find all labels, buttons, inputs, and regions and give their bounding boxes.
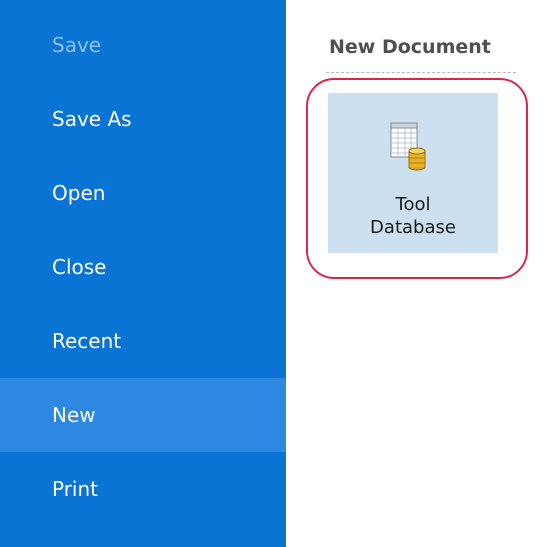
menu-item-close[interactable]: Close [0,230,286,304]
menu-item-save-as[interactable]: Save As [0,82,286,156]
menu-item-new[interactable]: New [0,378,286,452]
tile-label: Tool Database [328,193,498,239]
section-divider [326,72,516,73]
menu-item-label: Open [52,181,106,205]
menu-item-open[interactable]: Open [0,156,286,230]
menu-item-label: Save [52,33,102,57]
spreadsheet-database-icon [390,122,426,171]
menu-item-save[interactable]: Save [0,8,286,82]
menu-item-print[interactable]: Print [0,452,286,526]
tile-label-line2: Database [370,217,456,238]
menu-item-label: New [52,403,96,427]
menu-item-label: Close [52,255,107,279]
menu-item-label: Save As [52,107,132,131]
new-tool-database-tile[interactable]: Tool Database [328,93,498,253]
menu-item-label: Recent [52,329,122,353]
menu-item-recent[interactable]: Recent [0,304,286,378]
section-title: New Document [329,36,491,58]
backstage-sidebar: Save Save As Open Close Recent New Print [0,0,286,547]
tile-label-line1: Tool [395,194,431,215]
menu-item-label: Print [52,477,99,501]
